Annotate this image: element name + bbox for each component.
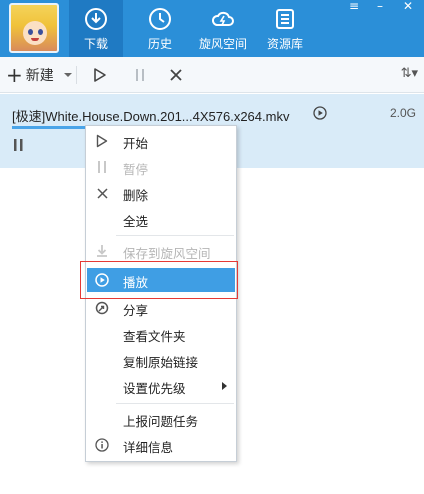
menu-item-share[interactable]: 分享 (87, 296, 235, 320)
toolbar-divider (76, 66, 77, 84)
menu-item-label: 上报问题任务 (123, 414, 199, 429)
menu-item-start[interactable]: 开始 (87, 129, 235, 153)
menu-item-select-all[interactable]: 全选 (87, 207, 235, 231)
menu-item-label: 全选 (123, 214, 149, 229)
menu-item-label: 详细信息 (123, 440, 174, 455)
whirlwind-cloud-icon (211, 11, 234, 26)
close-icon (94, 185, 110, 201)
play-outline-icon (94, 133, 110, 149)
task-title: [极速]White.House.Down.201...4X576.x264.mk… (12, 109, 290, 124)
tab-whirlwind-space-label: 旋风空间 (198, 37, 247, 51)
menu-item-label: 删除 (123, 188, 149, 203)
menu-item-pause[interactable]: 暂停 (87, 155, 235, 179)
tab-history[interactable]: 历史 (133, 0, 187, 57)
menu-item-details[interactable]: 详细信息 (87, 433, 235, 457)
task-size: 2.0G (389, 106, 416, 120)
start-button[interactable] (89, 64, 111, 86)
menu-item-set-priority[interactable]: 设置优先级 (87, 374, 235, 398)
menu-item-open-folder[interactable]: 查看文件夹 (87, 322, 235, 346)
pause-icon[interactable] (13, 138, 25, 152)
save-cloud-icon (94, 243, 110, 259)
menu-divider (116, 403, 234, 404)
menu-item-label: 查看文件夹 (123, 329, 186, 344)
menu-divider (116, 235, 234, 236)
menu-item-label: 复制原始链接 (123, 355, 199, 370)
toolbar: + 新建 ⇅▾ (0, 57, 424, 93)
menu-item-save-to-cloud[interactable]: 保存到旋风空间 (87, 239, 235, 263)
menu-item-label: 设置优先级 (123, 381, 186, 396)
highlight-annotation-box (80, 261, 238, 299)
plus-icon: + (6, 63, 23, 87)
menu-item-label: 开始 (123, 136, 149, 151)
tab-whirlwind-space[interactable]: 旋风空间 (196, 0, 250, 57)
menu-item-delete[interactable]: 删除 (87, 181, 235, 205)
pause-icon (136, 69, 144, 81)
new-task-dropdown-icon[interactable] (63, 66, 73, 84)
menu-item-label: 保存到旋风空间 (123, 246, 211, 261)
share-icon (94, 300, 110, 316)
submenu-arrow-icon (222, 382, 227, 390)
delete-icon (170, 69, 182, 81)
download-icon (85, 8, 107, 30)
close-window-icon[interactable]: ✕ (396, 0, 420, 14)
pause-icon (94, 159, 110, 175)
history-icon (149, 8, 171, 30)
new-task-label: 新建 (25, 68, 54, 84)
new-task-button[interactable]: + 新建 (6, 65, 54, 85)
menu-item-label: 暂停 (123, 162, 149, 177)
play-circle-icon[interactable] (313, 106, 327, 120)
tab-history-label: 历史 (147, 37, 172, 51)
menu-item-copy-link[interactable]: 复制原始链接 (87, 348, 235, 372)
user-avatar[interactable] (9, 3, 59, 53)
menu-item-label: 分享 (123, 303, 149, 318)
tab-resource-library-label: 资源库 (266, 37, 303, 51)
sort-button[interactable]: ⇅▾ (401, 66, 418, 81)
start-icon (94, 68, 106, 82)
menu-icon[interactable]: ≡ (342, 0, 366, 14)
minimize-icon[interactable]: – (368, 0, 392, 14)
resource-library-icon (276, 9, 294, 29)
menu-item-report-issue[interactable]: 上报问题任务 (87, 407, 235, 431)
pause-button[interactable] (129, 64, 151, 86)
tab-download-label: 下载 (83, 37, 108, 51)
info-icon (94, 437, 110, 453)
tab-download[interactable]: 下载 (69, 0, 123, 57)
top-navigation-bar: 下载 历史 旋风空间 资源库 ≡ – ✕ (0, 0, 424, 57)
tab-resource-library[interactable]: 资源库 (258, 0, 312, 57)
delete-button[interactable] (165, 64, 187, 86)
